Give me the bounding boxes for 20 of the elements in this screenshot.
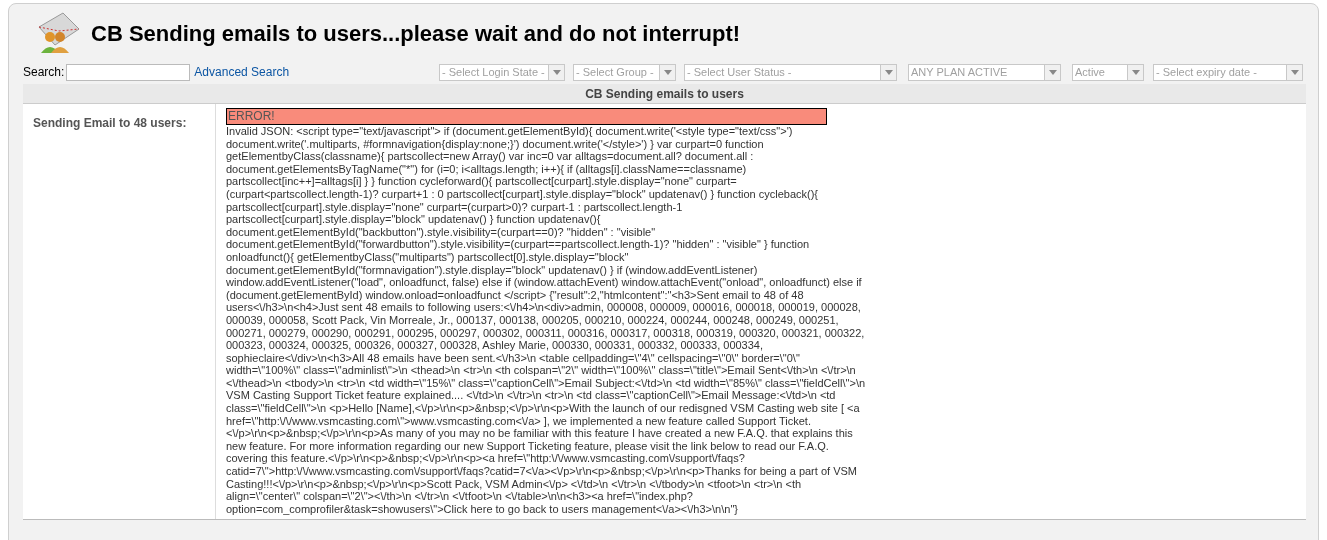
filter-dropdown[interactable]: - Select User Status -: [684, 63, 897, 81]
page-title: CB Sending emails to users...please wait and do not interrupt!: [91, 19, 741, 48]
caret-icon: [659, 64, 675, 80]
row-label: Sending Email to 48 users:: [33, 116, 187, 130]
caret-icon: [548, 64, 564, 80]
caret-icon: [1044, 64, 1060, 80]
caret-icon: [1286, 64, 1302, 80]
caret-icon: [880, 64, 896, 80]
filter-dropdown[interactable]: - Select expiry date -: [1153, 63, 1303, 81]
caret-icon: [1127, 64, 1143, 80]
error-message: Invalid JSON: <script type="text/javascript"> if (document.getElementById){ document.write('<style type="text/css">') document.write('.multiparts, #formnavigation{display:none;}') document.write('</style>') } var curpart=0 function getElementbyClass(classname){ partscollect=new Array() var inc=0 var alltags=document.all? document.all : document.getElementsByTagName("*") for (i=0; i<alltags.length; i++){ if (alltags[i].className==classname) partscollect[inc++]=alltags[i] } } function cycleforward(){ partscollect[curpart].style.display="none" curpart=(curpart<partscollect.length-1)? curpart+1 : 0 partscollect[curpart].style.display="block" updatenav() } function cycleback(){ partscollect[curpart].style.display="none" curpart=(curpart>0)? curpart-1 : partscollect.length-1 partscollect[curpart].style.display="block" updatenav() } function updatenav(){ document.getElementById("backbutton").style.visibility=(curpart==0)? "hidden" : "visible" document.getElementById("forwardbutton").style.visibility=(curpart==partscollect.length-1)? "hidden" : "visible" } function onloadfunct(){ getElementbyClass("multiparts") partscollect[0].style.display="block" document.getElementById("formnavigation").style.display="block" updatenav() } if (window.addEventListener) window.addEventListener("load", onloadfunct, false) else if (window.attachEvent) window.attachEvent("onload", onloadfunct) else if (document.getElementById) window.onload=onloadfunct </script> {"result":2,"htmlcontent":"<h3>Sent email to 48 of 48 users<\/h3>\n<h4>Just sent 48 emails to following users:<\/h4>\n<div>admin, 000008, 000009, 000016, 000018, 000019, 000028, 000039, 000058, Scott Pack, Vin Morreale, Jr., 000137, 000138, 000205, 000210, 000224, 000244, 000248, 000249, 000251, 000271, 000279, 000290, 000291, 000295, 000297, 000302, 000311, 000316, 000317, 000318, 000319, 000320, 000321, 000322, 000323, 000324, 000325, 000326, 000327, 000328, Ashley Marie, 000330, 000331, 000332, 000333, 000334, sophieclaire<\/div>\n<h3>All 48 emails have been sent.<\/h3>\n <table cellpadding=\"4\" cellspacing=\"0\" border=\"0\" width=\"100%\" class=\"adminlist\">\n <thead>\n <tr>\n <th colspan=\"2\" width=\"100%\" class=\"title\">Email Sent<\/th>\n <\/tr>\n <\/thead>\n <tbody>\n <tr>\n <td width=\"15%\" class=\"captionCell\">Email Subject:<\/td>\n <td width=\"85%\" class=\"fieldCell\">\n VSM Casting Support Ticket feature explained.... <\/td>\n <\/tr>\n <tr>\n <td class=\"captionCell\">Email Message:<\/td>\n <td class=\"fieldCell\">\n <p>Hello [Name],<\/p>\r\n<p>&nbsp;<\/p>\r\n<p>With the launch of our redisgned VSM Casting web site [ <a href=\"http:\/\/www.vsmcasting.com\">www.vsmcasting.com<\/a> ], we implemented a new feature called Support Ticket.<\/p>\r\n<p>&nbsp;<\/p>\r\n<p>As many of you may no be familiar with this feature I have created a new F.A.Q. that explains this new feature. For more information regarding our new Support Ticketing feature, please visit the link below to read our F.A.Q. covering this feature.<\/p>\r\n<p>&nbsp;<\/p>\r\n<p><a href=\"http:\/\/www.vsmcasting.com\/support\/faqs?catid=7\">http:\/\/www.vsmcasting.com\/support\/faqs?catid=7<\/a><\/p>\r\n<p>&nbsp;<\/p>\r\n<p>Thanks for being a part of VSM Casting!!!<\/p>\r\n<p>&nbsp;<\/p>\r\n<p>Scott Pack, VSM Admin<\/p> <\/td>\n <\/tr>\n <\/tbody>\n <tfoot>\n <tr>\n <th align=\"center\" colspan=\"2\"><\/th>\n <\/tr>\n <\/tfoot>\n <\/table>\n\n<h3><a href=\"index.php?option=com_comprofiler&task=showusers\">Click here to go back to users management<\/a><\/h3>\n\n"}: [226, 125, 866, 516]
error-title: ERROR!: [226, 108, 827, 125]
search-label: Search:: [23, 64, 65, 81]
filter-dropdown[interactable]: - Select Group -: [573, 63, 676, 81]
filter-dropdown[interactable]: - Select Login State -: [439, 63, 565, 81]
search-field[interactable]: [66, 63, 191, 81]
advanced-search-link[interactable]: Advanced Search: [194, 63, 290, 81]
table-heading: CB Sending emails to users: [585, 85, 744, 103]
filter-dropdown[interactable]: ANY PLAN ACTIVE: [908, 63, 1061, 81]
filter-dropdown[interactable]: Active: [1072, 63, 1144, 81]
